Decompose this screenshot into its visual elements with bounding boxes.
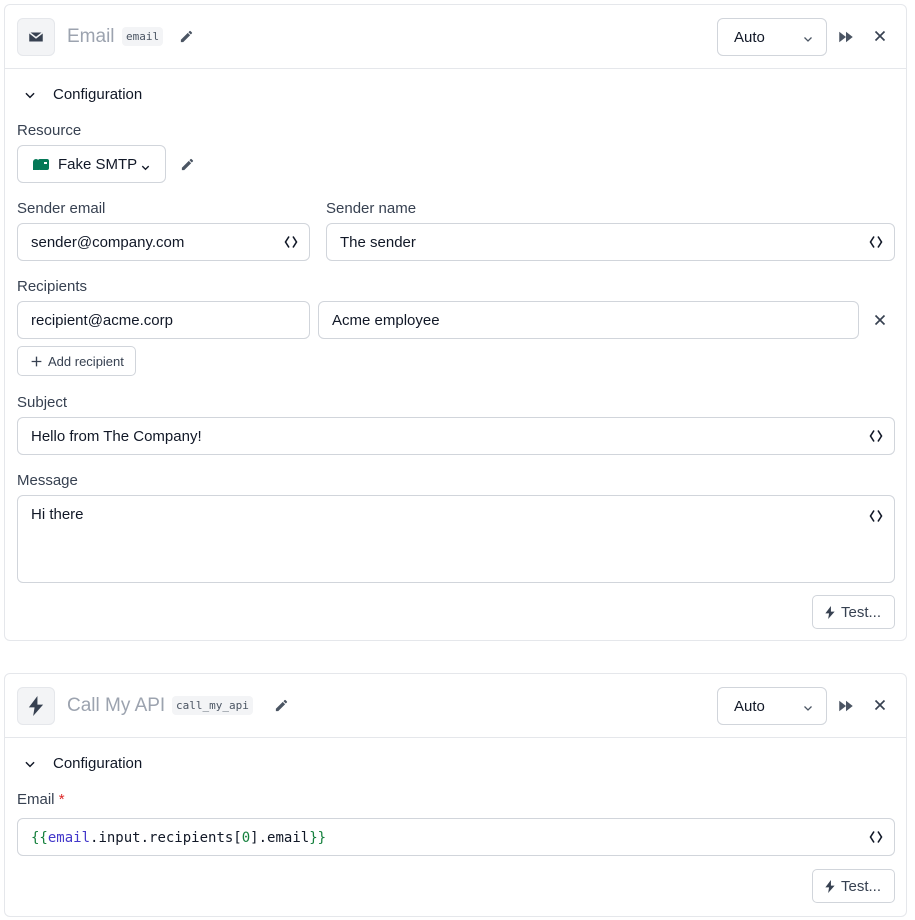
pencil-icon[interactable]: [272, 696, 290, 714]
test-button[interactable]: Test...: [812, 869, 895, 903]
expr-close-braces: }}: [309, 830, 327, 846]
sender-email-input[interactable]: sender@company.com: [17, 223, 310, 261]
sender-name-label: Sender name: [326, 200, 417, 217]
braces-icon[interactable]: [868, 508, 884, 524]
resource-value: Fake SMTP: [58, 156, 138, 173]
run-mode-value: Auto: [734, 698, 765, 715]
chevron-down-icon: [23, 757, 37, 776]
subject-value: Hello from The Company!: [31, 428, 202, 445]
envelope-icon: [17, 18, 55, 56]
sender-email-value: sender@company.com: [31, 234, 185, 251]
configuration-toggle[interactable]: Configuration: [5, 83, 205, 107]
sender-name-input[interactable]: The sender: [326, 223, 895, 261]
configuration-title: Configuration: [53, 86, 143, 103]
pencil-icon[interactable]: [178, 155, 196, 173]
run-mode-select[interactable]: Auto: [717, 18, 827, 56]
add-recipient-button[interactable]: Add recipient: [17, 346, 136, 376]
chevron-down-icon: [802, 32, 814, 50]
message-textarea[interactable]: Hi there: [17, 495, 895, 583]
run-mode-select[interactable]: Auto: [717, 687, 827, 725]
braces-icon[interactable]: [868, 234, 884, 250]
email-label-text: Email: [17, 791, 55, 808]
close-icon[interactable]: [871, 696, 889, 714]
recipient-email-value: recipient@acme.corp: [31, 312, 173, 329]
chevron-down-icon: [802, 701, 814, 719]
expr-identifier: email: [47, 830, 91, 846]
subject-input[interactable]: Hello from The Company!: [17, 417, 895, 455]
braces-icon[interactable]: [868, 829, 884, 845]
subject-label: Subject: [17, 394, 68, 411]
expr-index: 0: [241, 830, 251, 846]
recipient-email-input[interactable]: recipient@acme.corp: [17, 301, 310, 339]
lightning-bolt-icon: [825, 606, 835, 624]
sender-email-label: Sender email: [17, 200, 106, 217]
plus-icon: [30, 355, 43, 373]
recipients-label: Recipients: [17, 278, 88, 295]
email-expression-value: {{email.input.recipients[0].email}}: [31, 830, 326, 846]
sender-name-value: The sender: [340, 234, 416, 251]
expr-path-end: ].email: [250, 830, 310, 846]
configuration-title: Configuration: [53, 755, 143, 772]
configuration-toggle[interactable]: Configuration: [5, 752, 205, 776]
email-label: Email *: [17, 791, 65, 809]
step-id-badge: call_my_api: [172, 696, 253, 715]
message-value: Hi there: [31, 506, 84, 523]
braces-icon[interactable]: [283, 234, 299, 250]
resource-label: Resource: [17, 122, 82, 139]
mailbox-icon: [32, 158, 50, 177]
email-step-card: Email email Auto Configuration Resource …: [4, 4, 907, 641]
expr-path: .input.recipients[: [90, 830, 242, 846]
test-button[interactable]: Test...: [812, 595, 895, 629]
chevron-down-icon: [140, 160, 151, 178]
lightning-bolt-icon: [825, 880, 835, 898]
resource-select[interactable]: Fake SMTP: [17, 145, 166, 183]
fast-forward-icon[interactable]: [837, 697, 855, 715]
step-title[interactable]: Call My API: [67, 694, 165, 718]
test-button-label: Test...: [841, 604, 882, 621]
recipient-name-input[interactable]: Acme employee: [318, 301, 859, 339]
expr-open-braces: {{: [31, 830, 48, 846]
recipient-name-value: Acme employee: [332, 312, 440, 329]
close-icon[interactable]: [871, 311, 889, 329]
braces-icon[interactable]: [868, 428, 884, 444]
required-marker: *: [58, 791, 65, 808]
fast-forward-icon[interactable]: [837, 28, 855, 46]
test-button-label: Test...: [841, 878, 882, 895]
chevron-down-icon: [23, 88, 37, 107]
email-expression-input[interactable]: {{email.input.recipients[0].email}}: [17, 818, 895, 856]
message-label: Message: [17, 472, 78, 489]
lightning-bolt-icon: [17, 687, 55, 725]
add-recipient-label: Add recipient: [48, 354, 124, 369]
close-icon[interactable]: [871, 27, 889, 45]
run-mode-value: Auto: [734, 29, 765, 46]
email-step-header: Email email Auto: [5, 5, 906, 69]
api-step-header: Call My API call_my_api Auto: [5, 674, 906, 738]
step-id-badge: email: [122, 27, 164, 46]
pencil-icon[interactable]: [177, 27, 195, 45]
step-title[interactable]: Email: [67, 25, 115, 49]
api-step-card: Call My API call_my_api Auto Configurati…: [4, 673, 907, 917]
